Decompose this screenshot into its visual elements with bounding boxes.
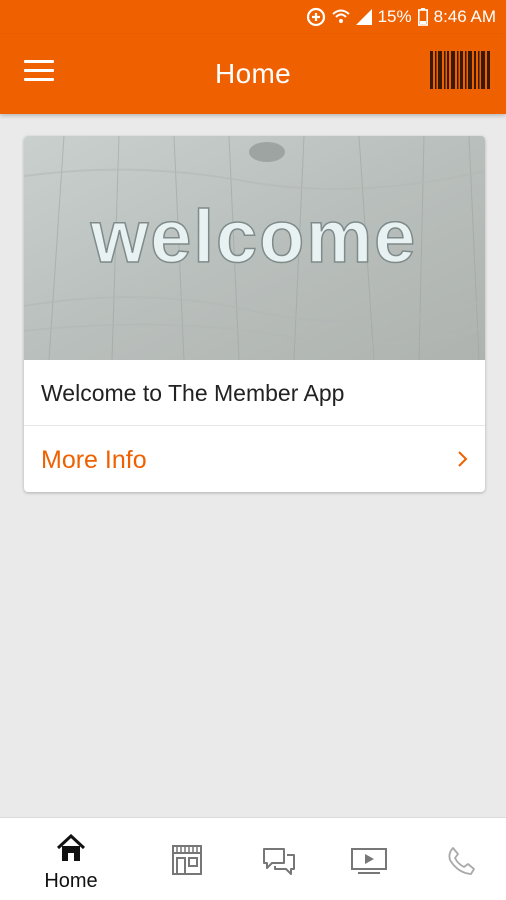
welcome-card[interactable]: welcome Welcome to The Member App More I… <box>24 136 485 492</box>
barcode-icon[interactable] <box>428 49 492 91</box>
tab-phone[interactable] <box>416 818 506 900</box>
battery-icon <box>417 8 428 26</box>
card-title: Welcome to The Member App <box>41 380 345 406</box>
video-icon <box>351 848 387 874</box>
phone-icon <box>448 847 475 875</box>
more-info-link[interactable]: More Info <box>24 426 485 492</box>
battery-percent: 15% <box>377 7 412 26</box>
wifi-icon <box>331 9 350 23</box>
more-info-label: More Info <box>41 446 147 474</box>
home-icon <box>56 834 86 861</box>
bottom-tab-bar: Home <box>0 817 506 900</box>
store-icon <box>172 845 202 875</box>
welcome-image: welcome <box>24 136 485 360</box>
status-bar: 15% 8:46 AM <box>0 0 506 34</box>
chevron-right-icon <box>458 451 468 467</box>
tab-home-label: Home <box>44 870 98 892</box>
status-indicators: 15% 8:46 AM <box>306 0 496 34</box>
signal-icon <box>355 9 372 25</box>
app-bar: Home <box>0 34 506 114</box>
tab-video[interactable] <box>324 818 414 900</box>
chat-icon <box>263 848 295 875</box>
tab-chat[interactable] <box>234 818 324 900</box>
tab-home[interactable]: Home <box>26 818 116 900</box>
clock: 8:46 AM <box>433 7 496 26</box>
tab-store[interactable] <box>142 818 232 900</box>
welcome-image-word: welcome <box>90 195 418 278</box>
data-saver-icon <box>306 7 325 27</box>
